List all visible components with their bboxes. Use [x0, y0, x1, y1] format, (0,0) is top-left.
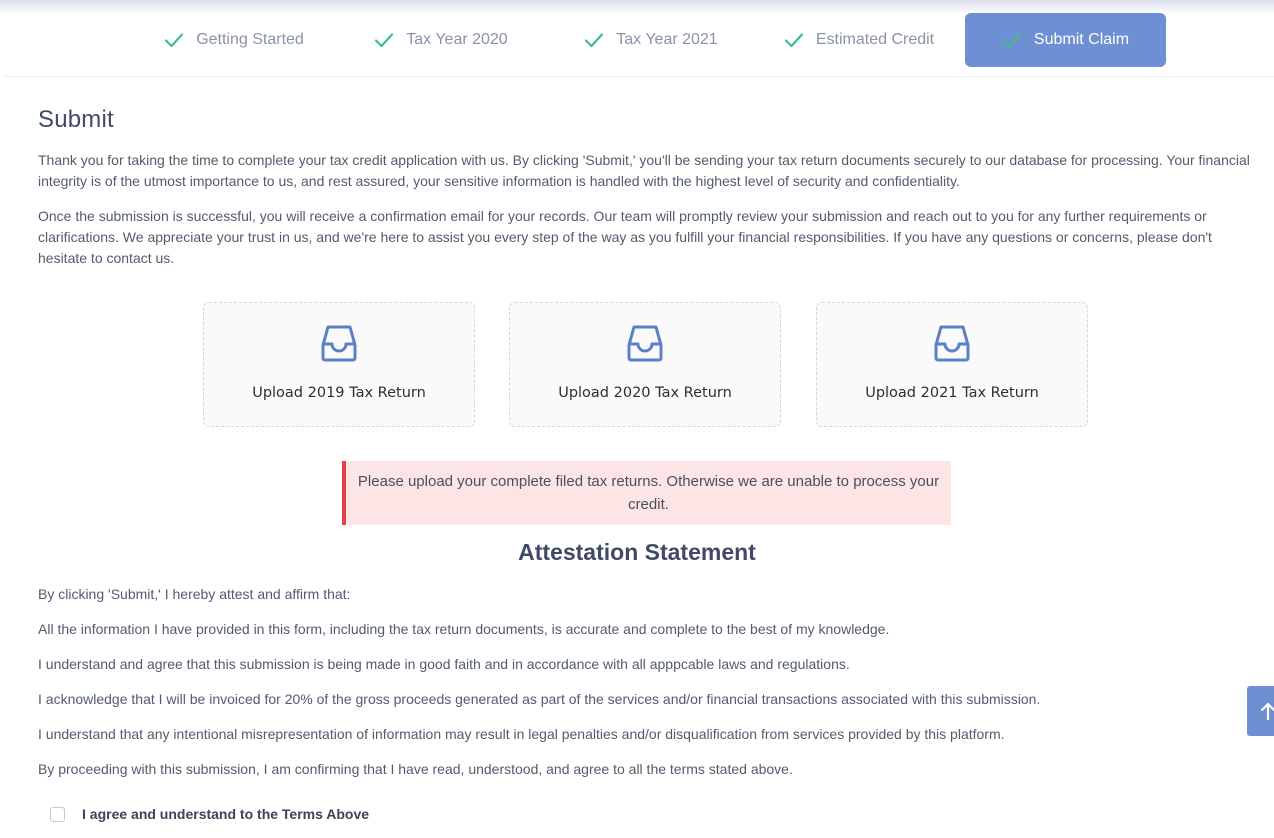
attestation-title: Attestation Statement [518, 539, 756, 565]
attestation-line: All the information I have provided in t… [38, 621, 890, 637]
step-label: Submit Claim [1033, 31, 1130, 48]
upload-2019-tax-return[interactable]: Upload 2019 Tax Return [203, 302, 475, 427]
intro-paragraph: Thank you for taking the time to complet… [38, 152, 1250, 189]
upload-label: Upload 2019 Tax Return [252, 385, 426, 401]
step-label: Estimated Credit [815, 31, 935, 48]
confirmation-paragraph: Once the submission is successful, you w… [38, 208, 1212, 266]
upload-label: Upload 2021 Tax Return [865, 385, 1039, 401]
terms-agreement: I agree and understand to the Terms Abov… [50, 806, 369, 822]
arrow-up-icon [1261, 702, 1274, 720]
attestation-line: I acknowledge that I will be invoiced fo… [38, 691, 1041, 707]
upload-2020-tax-return[interactable]: Upload 2020 Tax Return [509, 302, 781, 427]
terms-label[interactable]: I agree and understand to the Terms Abov… [82, 806, 369, 822]
step-label: Tax Year 2021 [616, 31, 718, 48]
check-icon [784, 33, 803, 48]
inbox-icon [321, 325, 357, 362]
check-icon [585, 33, 604, 48]
scroll-to-top-button[interactable] [1247, 686, 1274, 736]
step-label: Tax Year 2020 [406, 31, 508, 48]
step-tax-year-2020[interactable]: Tax Year 2020 [366, 13, 516, 67]
check-icon [1002, 33, 1022, 48]
upload-label: Upload 2020 Tax Return [558, 385, 732, 401]
progress-stepper: Getting Started Tax Year 2020 Tax Year 2… [4, 0, 1274, 77]
inbox-icon [934, 325, 970, 362]
alert-text: Please upload your complete filed tax re… [357, 473, 940, 513]
step-getting-started[interactable]: Getting Started [154, 13, 314, 67]
attestation-line: I understand and agree that this submiss… [38, 656, 850, 672]
upload-2021-tax-return[interactable]: Upload 2021 Tax Return [816, 302, 1088, 427]
attestation-line: By clicking 'Submit,' I hereby attest an… [38, 586, 351, 602]
page-title: Submit [38, 106, 114, 133]
step-tax-year-2021[interactable]: Tax Year 2021 [576, 13, 726, 67]
terms-checkbox[interactable] [50, 806, 65, 822]
step-submit-claim[interactable]: Submit Claim [965, 13, 1166, 67]
attestation-line: I understand that any intentional misrep… [38, 726, 1005, 742]
check-icon [165, 33, 184, 48]
check-icon [375, 33, 394, 48]
upload-warning-alert: Please upload your complete filed tax re… [342, 461, 951, 525]
step-label: Getting Started [196, 31, 304, 48]
step-estimated-credit[interactable]: Estimated Credit [776, 13, 942, 67]
inbox-icon [627, 325, 663, 362]
attestation-line: By proceeding with this submission, I am… [38, 761, 793, 777]
